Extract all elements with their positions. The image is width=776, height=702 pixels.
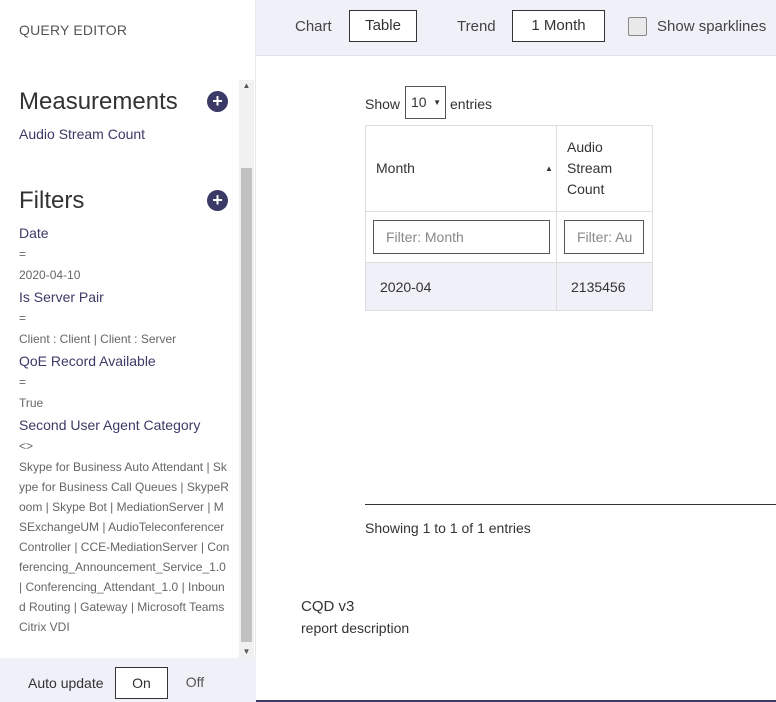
table-footer-divider bbox=[365, 504, 776, 505]
dropdown-arrow-icon: ▼ bbox=[433, 98, 441, 107]
chart-option[interactable]: Chart bbox=[295, 18, 332, 35]
filter-name: Second User Agent Category bbox=[19, 417, 201, 433]
table-button[interactable]: Table bbox=[349, 10, 417, 42]
column-header-label: Month bbox=[376, 160, 415, 176]
auto-update-bar: Auto update On Off bbox=[0, 658, 256, 702]
measurements-title: Measurements bbox=[19, 88, 178, 115]
page-size-value: 10 bbox=[411, 94, 427, 110]
report-description: report description bbox=[301, 620, 410, 636]
column-header-audio-stream-count[interactable]: Audio Stream Count bbox=[557, 126, 652, 212]
filter-value: 2020-04-10 bbox=[19, 268, 81, 282]
filter-audio-stream-count-input[interactable]: Filter: Au bbox=[564, 220, 644, 254]
header-line: Count bbox=[567, 181, 605, 197]
column-header-month[interactable]: Month ▲ bbox=[366, 126, 557, 212]
auto-update-off-button[interactable]: Off bbox=[172, 667, 218, 699]
measurement-item[interactable]: Audio Stream Count bbox=[19, 126, 145, 142]
table-cell-count: 2135456 bbox=[571, 279, 626, 295]
scrollbar-thumb[interactable] bbox=[241, 168, 252, 642]
header-line: Stream bbox=[567, 160, 613, 176]
show-label: Show bbox=[365, 96, 401, 112]
query-editor-scroll-area[interactable]: Measurements + Audio Stream Count Filter… bbox=[0, 80, 256, 658]
filter-value: Client : Client | Client : Server bbox=[19, 332, 177, 346]
filter-operator: = bbox=[19, 375, 27, 389]
query-editor-title: QUERY EDITOR bbox=[19, 22, 128, 38]
show-sparklines-label[interactable]: Show sparklines bbox=[657, 18, 766, 35]
filter-operator: = bbox=[19, 311, 27, 325]
filter-name: Is Server Pair bbox=[19, 289, 104, 305]
trend-label: Trend bbox=[457, 18, 496, 35]
entries-label: entries bbox=[450, 96, 493, 112]
filter-operator: = bbox=[19, 247, 27, 261]
view-toolbar: Chart Table Trend 1 Month Show sparkline… bbox=[256, 0, 776, 56]
report-name: CQD v3 bbox=[301, 598, 355, 615]
filter-month-input[interactable]: Filter: Month bbox=[373, 220, 550, 254]
filter-item-second-user-agent[interactable]: Second User Agent Category <> Skype for … bbox=[19, 415, 231, 637]
table-row: 2020-04 2135456 bbox=[366, 262, 652, 311]
filters-title: Filters bbox=[19, 187, 85, 214]
left-pane-scrollbar[interactable]: ▲ ▼ bbox=[239, 80, 254, 658]
scroll-down-arrow-icon[interactable]: ▼ bbox=[239, 646, 254, 658]
filter-name: Date bbox=[19, 225, 49, 241]
add-filter-plus-icon[interactable]: + bbox=[207, 190, 228, 211]
table-cell-month: 2020-04 bbox=[366, 263, 557, 311]
header-line: Audio bbox=[567, 139, 603, 155]
showing-entries-info: Showing 1 to 1 of 1 entries bbox=[365, 520, 531, 536]
filter-item-date[interactable]: Date = 2020-04-10 bbox=[19, 223, 231, 285]
auto-update-on-button[interactable]: On bbox=[115, 667, 168, 699]
filter-cell-month: Filter: Month bbox=[366, 212, 557, 262]
add-measurement-plus-icon[interactable]: + bbox=[207, 91, 228, 112]
page-size-select[interactable]: 10 ▼ bbox=[405, 86, 446, 119]
query-editor-pane: QUERY EDITOR Measurements + Audio Stream… bbox=[0, 0, 256, 702]
column-header-label: Audio Stream Count bbox=[567, 137, 612, 200]
filter-item-is-server-pair[interactable]: Is Server Pair = Client : Client | Clien… bbox=[19, 287, 231, 349]
filter-name: QoE Record Available bbox=[19, 353, 156, 369]
filter-value: Skype for Business Auto Attendant | Skyp… bbox=[19, 460, 230, 634]
filter-item-qoe-record[interactable]: QoE Record Available = True bbox=[19, 351, 231, 413]
auto-update-label: Auto update bbox=[28, 675, 104, 691]
scroll-up-arrow-icon[interactable]: ▲ bbox=[239, 80, 254, 92]
trend-1-month-button[interactable]: 1 Month bbox=[512, 10, 605, 42]
show-sparklines-checkbox[interactable] bbox=[628, 17, 647, 36]
data-table: Month ▲ Audio Stream Count Filter: Month… bbox=[365, 125, 653, 311]
filter-cell-count: Filter: Au bbox=[557, 212, 652, 262]
filter-value: True bbox=[19, 396, 44, 410]
sort-ascending-icon: ▲ bbox=[545, 164, 553, 173]
filter-operator: <> bbox=[19, 439, 34, 453]
